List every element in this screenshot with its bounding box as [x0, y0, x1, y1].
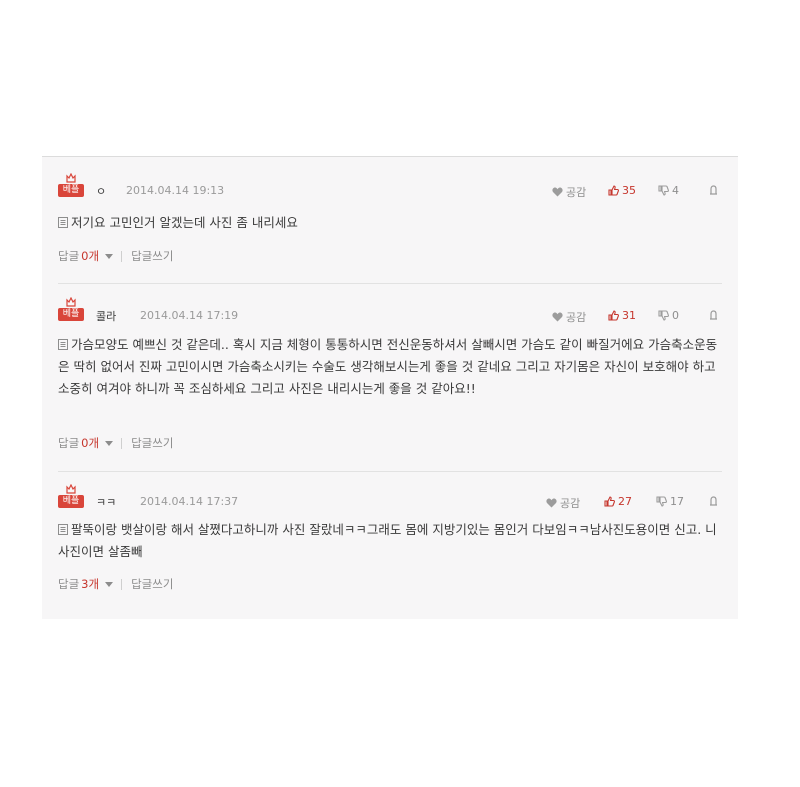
upvote-button[interactable]: 27 — [604, 495, 632, 508]
downvote-count: 17 — [670, 495, 684, 508]
reply-bar: 답글 0개 답글쓰기 — [58, 248, 173, 264]
comment-date: 2014.04.14 17:37 — [140, 495, 239, 508]
thumbs-down-icon — [658, 310, 669, 321]
comment-actions: 공감 35 4 — [552, 184, 722, 200]
downvote-button[interactable]: 0 — [658, 309, 679, 322]
comment-text-block: 가슴모양도 예쁘신 것 같은데.. 혹시 지금 체형이 통통하시면 전신운동하셔… — [58, 334, 720, 400]
downvote-button[interactable]: 17 — [656, 495, 684, 508]
crown-icon — [66, 484, 76, 494]
reply-separator — [121, 578, 123, 590]
report-button[interactable] — [708, 495, 719, 506]
report-button[interactable] — [708, 184, 719, 195]
comment-author[interactable]: ㅇ — [96, 183, 106, 199]
best-badge: 베플 — [58, 173, 84, 199]
comment-author[interactable]: ㅋㅋ — [96, 494, 116, 510]
best-badge: 베플 — [58, 297, 84, 323]
like-label: 공감 — [566, 186, 587, 199]
heart-icon — [552, 312, 563, 322]
document-icon — [58, 339, 68, 350]
reply-bar: 답글 0개 답글쓰기 — [58, 435, 173, 451]
comment-author[interactable]: 콜라 — [96, 308, 116, 324]
caret-down-icon — [105, 253, 114, 259]
comment-text-block: 팔뚝이랑 뱃살이랑 해서 살쪘다고하니까 사진 잘랐네ㅋㅋ그래도 몸에 지방기있… — [58, 519, 720, 563]
thumbs-up-icon — [608, 310, 619, 321]
like-label: 공감 — [566, 311, 587, 324]
reply-bar: 답글 3개 답글쓰기 — [58, 576, 173, 592]
comment-actions: 공감 27 17 — [546, 495, 722, 511]
best-badge: 베플 — [58, 484, 84, 510]
reply-separator — [121, 250, 123, 262]
report-icon — [710, 496, 717, 506]
thumbs-down-icon — [658, 185, 669, 196]
like-button[interactable]: 공감 — [552, 184, 586, 200]
upvote-button[interactable]: 35 — [608, 184, 636, 197]
comment-list: 베플 ㅇ 2014.04.14 19:13 공감 35 4 저기요 고민인거 알… — [42, 156, 738, 619]
reply-toggle[interactable]: 답글 0개 — [58, 435, 114, 451]
comment-text: 가슴모양도 예쁘신 것 같은데.. 혹시 지금 체형이 통통하시면 전신운동하셔… — [58, 337, 718, 396]
document-icon — [58, 524, 68, 535]
caret-down-icon — [105, 440, 114, 446]
comment-text: 팔뚝이랑 뱃살이랑 해서 살쪘다고하니까 사진 잘랐네ㅋㅋ그래도 몸에 지방기있… — [58, 522, 717, 559]
downvote-button[interactable]: 4 — [658, 184, 679, 197]
comment-item: 베플 ㅋㅋ 2014.04.14 17:37 공감 27 17 팔뚝이랑 뱃살이… — [42, 472, 738, 619]
caret-down-icon — [105, 581, 114, 587]
downvote-count: 4 — [672, 184, 679, 197]
report-button[interactable] — [708, 309, 719, 320]
heart-icon — [552, 187, 563, 197]
comment-date: 2014.04.14 17:19 — [140, 309, 239, 322]
reply-count: 0개 — [81, 249, 100, 263]
like-button[interactable]: 공감 — [552, 309, 586, 325]
like-button[interactable]: 공감 — [546, 495, 580, 511]
upvote-count: 35 — [622, 184, 636, 197]
comment-item: 베플 ㅇ 2014.04.14 19:13 공감 35 4 저기요 고민인거 알… — [42, 157, 738, 284]
reply-toggle[interactable]: 답글 3개 — [58, 576, 114, 592]
report-icon — [710, 310, 717, 320]
reply-label: 답글 — [58, 577, 80, 591]
comment-item: 베플 콜라 2014.04.14 17:19 공감 31 0 가슴모양도 예쁘신… — [42, 284, 738, 472]
upvote-button[interactable]: 31 — [608, 309, 636, 322]
report-icon — [710, 185, 717, 195]
badge-label: 베플 — [58, 308, 84, 321]
crown-icon — [66, 297, 76, 307]
upvote-count: 31 — [622, 309, 636, 322]
upvote-count: 27 — [618, 495, 632, 508]
comment-text: 저기요 고민인거 알겠는데 사진 좀 내리세요 — [71, 215, 298, 230]
heart-icon — [546, 498, 557, 508]
thumbs-down-icon — [656, 496, 667, 507]
write-reply-link[interactable]: 답글쓰기 — [131, 435, 173, 451]
comment-actions: 공감 31 0 — [552, 309, 722, 325]
badge-label: 베플 — [58, 495, 84, 508]
reply-count: 0개 — [81, 436, 100, 450]
reply-separator — [121, 437, 123, 449]
reply-toggle[interactable]: 답글 0개 — [58, 248, 114, 264]
like-label: 공감 — [560, 497, 581, 510]
reply-label: 답글 — [58, 249, 80, 263]
comment-text-block: 저기요 고민인거 알겠는데 사진 좀 내리세요 — [58, 212, 720, 234]
reply-label: 답글 — [58, 436, 80, 450]
comment-date: 2014.04.14 19:13 — [126, 184, 225, 197]
write-reply-link[interactable]: 답글쓰기 — [131, 248, 173, 264]
badge-label: 베플 — [58, 184, 84, 197]
downvote-count: 0 — [672, 309, 679, 322]
write-reply-link[interactable]: 답글쓰기 — [131, 576, 173, 592]
thumbs-up-icon — [604, 496, 615, 507]
reply-count: 3개 — [81, 577, 100, 591]
document-icon — [58, 217, 68, 228]
crown-icon — [66, 173, 76, 183]
thumbs-up-icon — [608, 185, 619, 196]
